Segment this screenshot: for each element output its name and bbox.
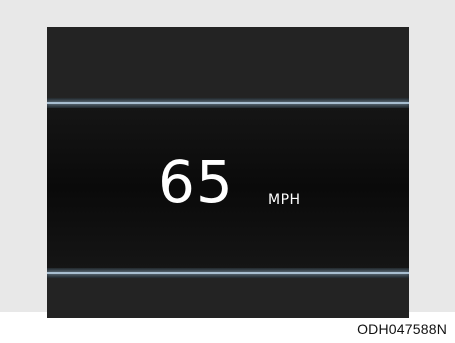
- figure-code: ODH047588N: [357, 321, 447, 337]
- speed-unit: MPH: [268, 192, 301, 208]
- bottom-accent-line: [47, 272, 409, 274]
- top-accent-band: [47, 98, 409, 108]
- speed-readout: 65 MPH: [47, 108, 409, 268]
- bottom-accent-band: [47, 268, 409, 278]
- speed-panel: 65 MPH: [47, 108, 409, 268]
- speed-value: 65: [158, 148, 234, 216]
- figure-frame: 65 MPH: [0, 0, 455, 318]
- top-accent-line: [47, 102, 409, 104]
- cluster-display: 65 MPH: [47, 27, 409, 318]
